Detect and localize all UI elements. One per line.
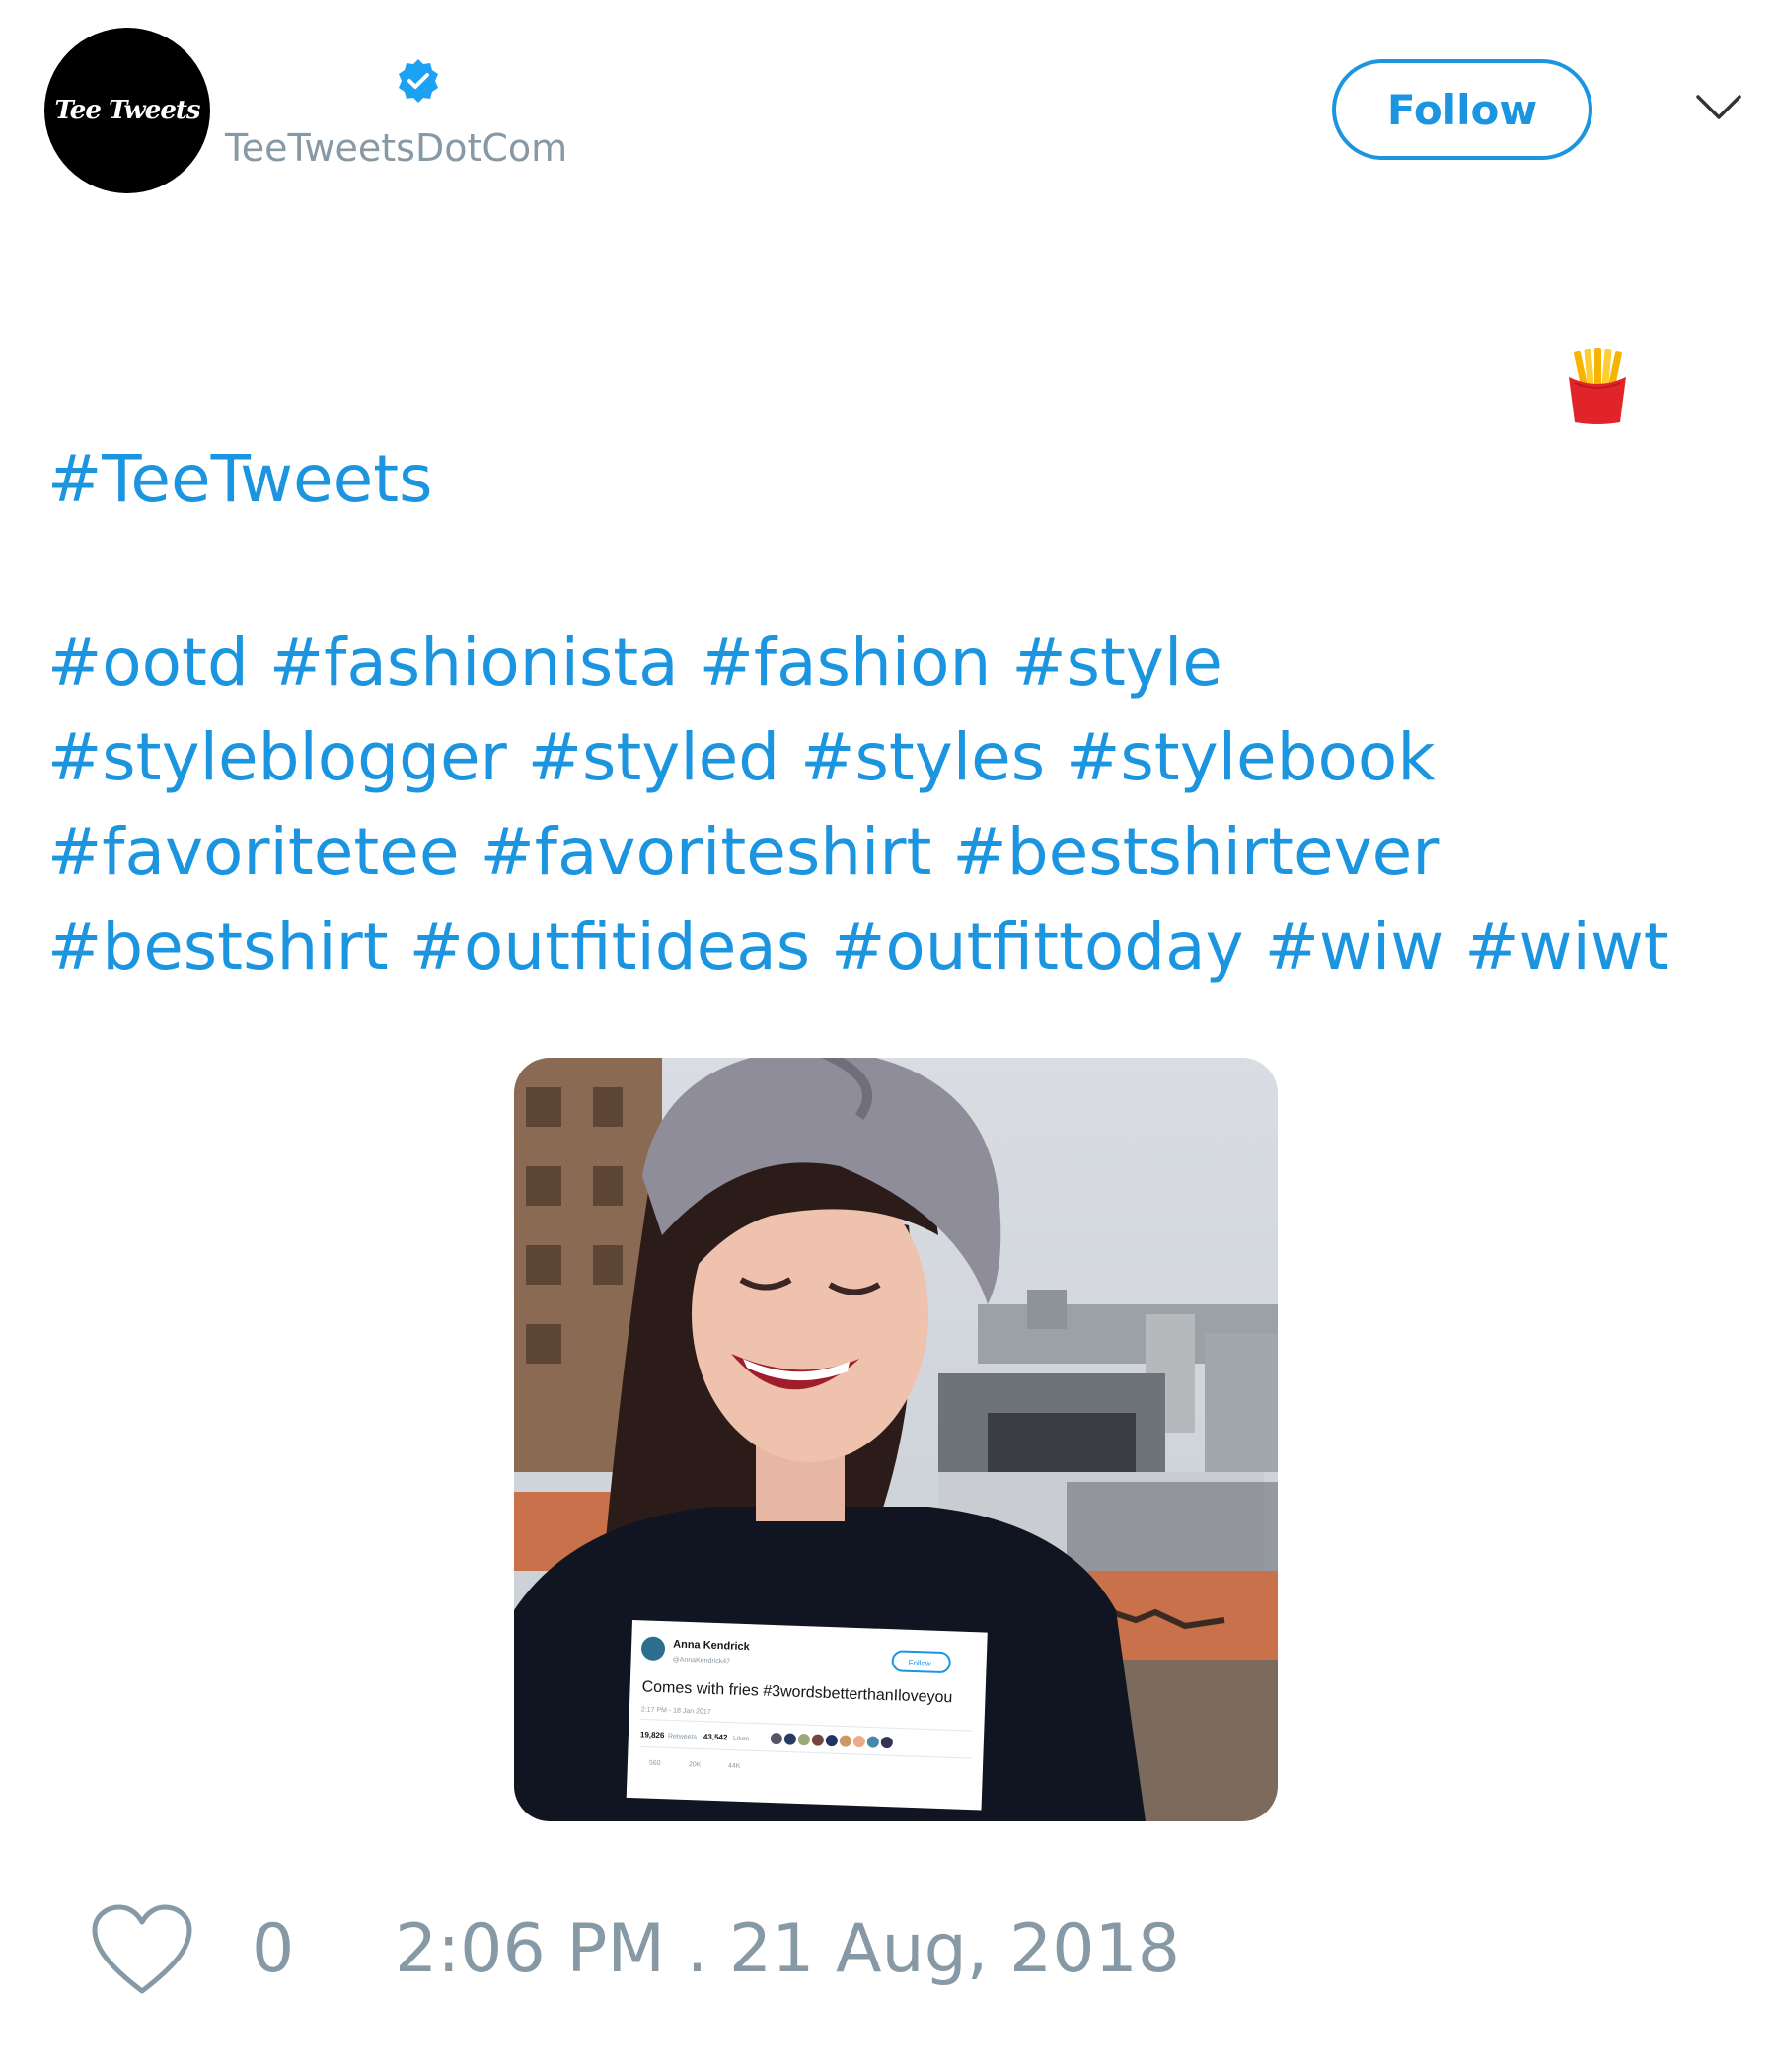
hashtag-link[interactable]: #styles (800, 719, 1045, 795)
shirt-card-likes-label: Likes (733, 1736, 750, 1743)
tweet-hashtags-line-1: #ootd #fashionista #fashion #style (47, 616, 1222, 710)
chevron-down-icon[interactable] (1695, 93, 1742, 122)
hashtag-link[interactable]: #outfitideas (409, 909, 811, 985)
shirt-card-follow: Follow (909, 1659, 932, 1668)
hashtag-link[interactable]: #outfittoday (831, 909, 1244, 985)
avatar-logo-text: Tee Tweets (54, 96, 200, 125)
shirt-card-likes: 43,542 (703, 1733, 728, 1742)
user-handle[interactable]: TeeTweetsDotCom (225, 126, 567, 170)
hashtag-link[interactable]: #styled (528, 719, 779, 795)
hashtag-link[interactable]: #TeeTweets (47, 441, 432, 517)
avatar[interactable]: Tee Tweets (44, 28, 210, 193)
hashtag-link[interactable]: #favoriteshirt (480, 814, 931, 890)
hashtag-link[interactable]: #stylebook (1066, 719, 1435, 795)
photo-illustration: Anna Kendrick @AnnaKendrick47 Follow Com… (514, 1058, 1278, 1821)
hashtag-link[interactable]: #styleblogger (47, 719, 507, 795)
tweet-timestamp[interactable]: 2:06 PM . 21 Aug, 2018 (395, 1910, 1180, 1989)
tweet-hashtags-line-4: #bestshirt #outfitideas #outfittoday #wi… (47, 900, 1669, 995)
hashtag-link[interactable]: #style (1011, 625, 1222, 701)
shirt-card-like-count: 44K (728, 1762, 741, 1769)
hashtag-link[interactable]: #fashionista (269, 625, 679, 701)
fries-emoji-icon (1569, 348, 1626, 424)
hashtag-link[interactable]: #bestshirt (47, 909, 389, 985)
verified-badge-icon (399, 59, 438, 103)
tweet-hashtags-line-3: #favoritetee #favoriteshirt #bestshirtev… (47, 805, 1439, 900)
hashtag-link[interactable]: #wiw (1265, 909, 1444, 985)
follow-button[interactable]: Follow (1332, 59, 1592, 160)
shirt-card-replies-count: 560 (649, 1760, 661, 1767)
tweet-photo[interactable]: Anna Kendrick @AnnaKendrick47 Follow Com… (514, 1058, 1278, 1821)
tweet-hashtags-line-2: #styleblogger #styled #styles #stylebook (47, 710, 1436, 805)
hashtag-link[interactable]: #fashion (700, 625, 992, 701)
tweet-hashtag-line: #TeeTweets (47, 432, 432, 527)
shirt-card-retweets-label: Retweets (668, 1733, 698, 1740)
shirt-card-retweets: 19,826 (640, 1730, 665, 1739)
hashtag-link[interactable]: #wiwt (1464, 909, 1668, 985)
hashtag-link[interactable]: #ootd (47, 625, 249, 701)
like-count: 0 (252, 1910, 295, 1988)
shirt-card-retweet-count: 20K (689, 1761, 702, 1768)
heart-icon[interactable] (89, 1902, 195, 1999)
hashtag-link[interactable]: #bestshirtever (952, 814, 1439, 890)
hashtag-link[interactable]: #favoritetee (47, 814, 459, 890)
